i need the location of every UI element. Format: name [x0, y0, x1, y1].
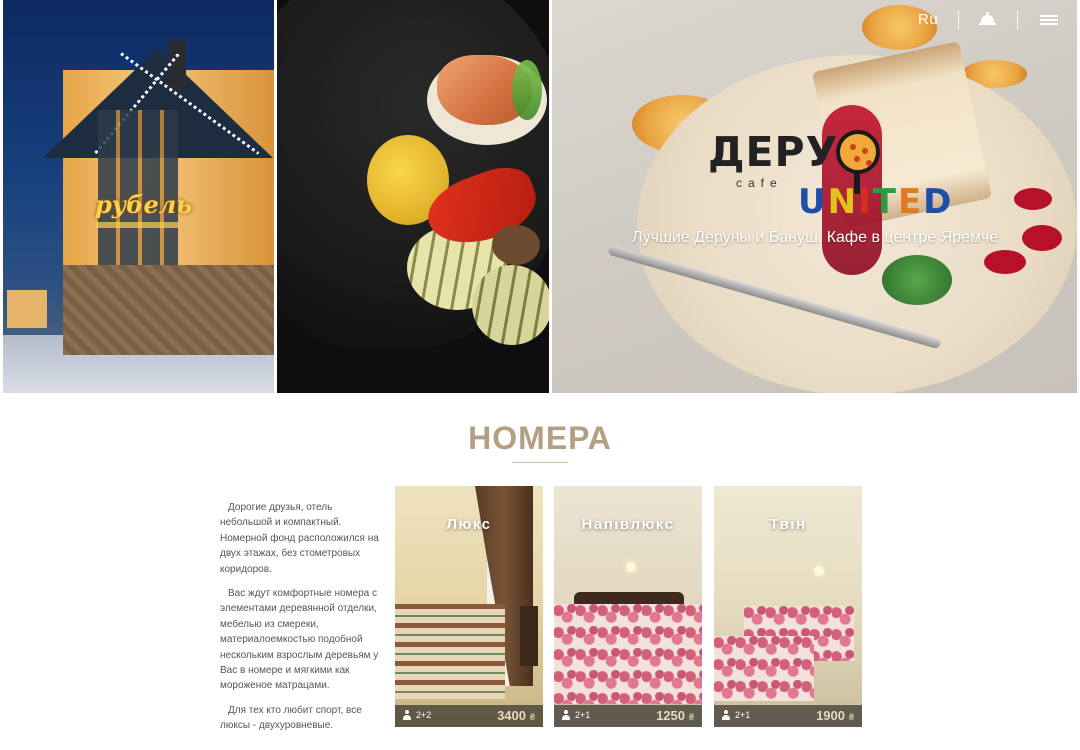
currency-symbol: ₴ [529, 712, 535, 722]
room-price: 1250 ₴ [656, 708, 694, 723]
microgreens [512, 60, 542, 120]
guest-count: 2+1 [562, 710, 590, 720]
price-value: 3400 [497, 708, 526, 723]
room-card-semi-lux[interactable]: Напівлюкс 2+1 1250 ₴ [554, 486, 702, 727]
mushroom [492, 225, 540, 265]
nav-divider [1017, 11, 1018, 29]
room-title: Твін [769, 516, 807, 533]
section-title: НОМЕРА [468, 420, 612, 456]
chair [520, 606, 538, 666]
person-icon [403, 710, 411, 720]
bed [554, 604, 702, 704]
nav-divider [958, 11, 959, 29]
wall-lamp [626, 562, 636, 572]
cafe-tagline: Лучшие Деруны и Бануш. Кафе в центре Яре… [632, 229, 999, 246]
person-icon [722, 710, 730, 720]
language-switcher[interactable]: Ru [918, 11, 938, 28]
cafe-logo[interactable]: ДЕРУН cafe U N I T E D [708, 128, 951, 228]
person-icon [562, 710, 570, 720]
currency-symbol: ₴ [848, 712, 854, 722]
description-paragraph: Для тех кто любит спорт, все люксы - дву… [220, 704, 362, 732]
stone-base [63, 265, 274, 355]
wall-lamp [814, 566, 824, 576]
room-info-bar: 2+1 1250 ₴ [554, 705, 702, 727]
description-paragraph: Вас ждут комфортные номера с элементами … [220, 588, 379, 692]
logo-letter: T [872, 182, 896, 222]
logo-cafe-label: cafe [736, 176, 783, 190]
logo-letter: U [798, 182, 826, 222]
logo-united: U N I T E D [798, 182, 951, 222]
description-paragraph: Дорогие друзья, отель небольшой и компак… [220, 502, 379, 575]
hero-gallery: рубель Ru ДЕРУН cafe U N I T E D Лучшие … [0, 0, 1080, 395]
grilled-food-photo [277, 0, 549, 393]
logo-letter: D [923, 182, 952, 222]
title-divider [512, 462, 568, 463]
small-house [7, 290, 47, 328]
guests-value: 2+1 [735, 710, 751, 720]
logo-letter: I [858, 182, 871, 222]
mint-leaves [882, 255, 952, 305]
room-title: Люкс [446, 516, 492, 533]
rooms-description: Дорогие друзья, отель небольшой и компак… [220, 500, 380, 743]
hotel-sign-underline [96, 222, 178, 228]
guests-value: 2+2 [416, 710, 432, 720]
guest-count: 2+1 [722, 710, 750, 720]
room-card-lux[interactable]: Люкс 2+2 3400 ₴ [395, 486, 543, 727]
sauce-drop [1014, 188, 1052, 210]
grilled-zucchini [472, 265, 549, 345]
price-value: 1900 [816, 708, 845, 723]
guest-count: 2+2 [403, 710, 431, 720]
logo-letter: N [827, 182, 857, 222]
room-price: 3400 ₴ [497, 708, 535, 723]
logo-letter: E [897, 182, 922, 222]
hamburger-menu-icon[interactable] [1040, 15, 1058, 25]
hotel-sign: рубель [95, 190, 193, 219]
sauce-drop [1022, 225, 1062, 251]
price-value: 1250 [656, 708, 685, 723]
room-title: Напівлюкс [581, 516, 675, 533]
room-price: 1900 ₴ [816, 708, 854, 723]
room-info-bar: 2+2 3400 ₴ [395, 705, 543, 727]
room-info-bar: 2+1 1900 ₴ [714, 705, 862, 727]
room-card-twin[interactable]: Твін 2+1 1900 ₴ [714, 486, 862, 727]
hotel-building-photo: рубель [3, 0, 274, 393]
bed [395, 604, 505, 699]
sauce-drop [984, 250, 1026, 274]
frying-pan-icon [836, 130, 880, 174]
bed [714, 636, 814, 701]
guests-value: 2+1 [575, 710, 591, 720]
currency-symbol: ₴ [688, 712, 694, 722]
bell-icon[interactable] [979, 12, 996, 27]
